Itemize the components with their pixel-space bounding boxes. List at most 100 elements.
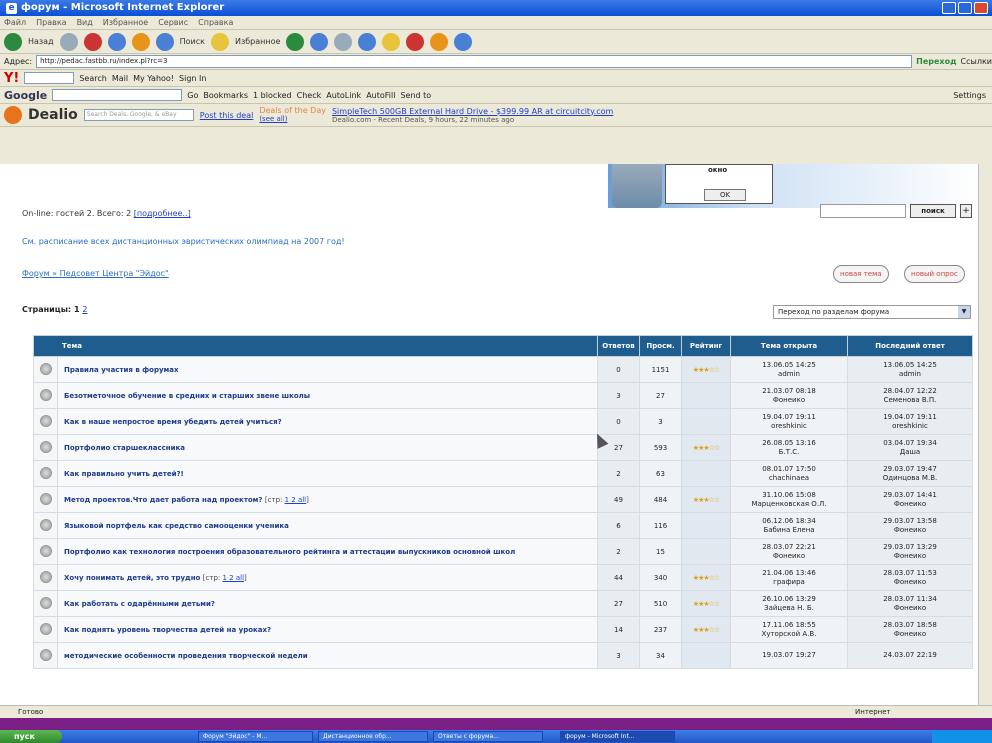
post-deal-link[interactable]: Post this deal bbox=[200, 111, 254, 120]
online-details-link[interactable]: [подробнее..] bbox=[134, 209, 191, 218]
home-icon[interactable] bbox=[131, 32, 150, 51]
dealio-search-input[interactable]: Search Deals, Google, & eBay bbox=[83, 109, 194, 121]
plugin2-icon[interactable] bbox=[454, 32, 473, 51]
yahoo-signin-link[interactable]: Sign In bbox=[179, 74, 206, 83]
topic-pages-link[interactable]: 1 2 all bbox=[222, 574, 244, 582]
table-row[interactable]: Правила участия в форумах 0 1151 ★★★☆☆ 13.06… bbox=[33, 356, 973, 383]
search-label[interactable]: Поиск bbox=[180, 37, 205, 46]
table-row[interactable]: Хочу понимать детей, это трудно [стр: 1 … bbox=[33, 564, 973, 591]
topic-title[interactable]: Как правильно учить детей?! bbox=[64, 470, 184, 478]
advanced-search-button[interactable]: + bbox=[960, 204, 972, 218]
yahoo-search-input[interactable] bbox=[24, 72, 75, 84]
topic-title[interactable]: Портфолио старшеклассника bbox=[64, 444, 185, 452]
topic-title-cell[interactable]: Портфолио старшеклассника bbox=[57, 434, 598, 461]
see-all-link[interactable]: (see all) bbox=[259, 115, 326, 123]
opened-author[interactable]: Зайцева Н. Б. bbox=[764, 604, 814, 612]
last-reply-author[interactable]: Фонеико bbox=[894, 552, 926, 560]
table-row[interactable]: Портфолио старшеклассника 27 593 ★★★☆☆ 26.08… bbox=[33, 434, 973, 461]
last-reply-author[interactable]: admin bbox=[899, 370, 921, 378]
topic-pages-link[interactable]: 1 2 all bbox=[285, 496, 307, 504]
back-label[interactable]: Назад bbox=[28, 37, 54, 46]
last-reply-author[interactable]: Фонеико bbox=[894, 578, 926, 586]
vertical-scrollbar[interactable] bbox=[978, 164, 992, 705]
table-row[interactable]: Как правильно учить детей?! 2 63 08.01.07 1… bbox=[33, 460, 973, 487]
opened-author[interactable]: Марценковская О.Л. bbox=[751, 500, 826, 508]
table-row[interactable]: Как работать с одарёнными детьми? 27 510 ★★… bbox=[33, 590, 973, 617]
settings-button[interactable]: Settings bbox=[953, 91, 986, 100]
taskbar-item-4[interactable]: форум - Microsoft Int... bbox=[560, 731, 675, 742]
messenger-icon[interactable] bbox=[406, 32, 425, 51]
back-icon[interactable] bbox=[4, 32, 22, 51]
minimize-button[interactable] bbox=[942, 2, 956, 14]
taskbar-item-1[interactable]: Форум "Эйдос" - M... bbox=[198, 731, 313, 742]
last-reply-author[interactable]: Семенова В.П. bbox=[884, 396, 937, 404]
topic-title-cell[interactable]: Как в наше непростое время убедить детей… bbox=[57, 408, 598, 435]
google-go-button[interactable]: Go bbox=[187, 91, 198, 100]
header-views[interactable]: Просм. bbox=[639, 335, 682, 357]
opened-author[interactable]: Фонеико bbox=[773, 396, 805, 404]
plugin-icon[interactable] bbox=[430, 32, 449, 51]
topic-title[interactable]: Безотметочное обучение в средних и старш… bbox=[64, 392, 310, 400]
topic-title[interactable]: Как поднять уровень творчества детей на … bbox=[64, 626, 271, 634]
table-row[interactable]: Портфолио как технология построения обра… bbox=[33, 538, 973, 565]
last-reply-author[interactable]: Одинцова М.В. bbox=[883, 474, 937, 482]
topic-title[interactable]: методические особенности проведения твор… bbox=[64, 652, 308, 660]
topic-title-cell[interactable]: Как правильно учить детей?! bbox=[57, 460, 598, 487]
menu-tools[interactable]: Сервис bbox=[158, 16, 188, 29]
last-reply-author[interactable]: Фонеико bbox=[894, 630, 926, 638]
links-label[interactable]: Ссылки bbox=[961, 57, 992, 66]
yahoo-search-button[interactable]: Search bbox=[79, 74, 106, 83]
topic-title-cell[interactable]: Портфолио как технология построения обра… bbox=[57, 538, 598, 565]
topic-title-cell[interactable]: Метод проектов.Что дает работа над проек… bbox=[57, 486, 598, 513]
table-row[interactable]: методические особенности проведения твор… bbox=[33, 642, 973, 669]
media-icon[interactable] bbox=[286, 32, 305, 51]
menu-view[interactable]: Вид bbox=[77, 16, 93, 29]
favorites-icon[interactable] bbox=[210, 32, 229, 51]
announcement-link[interactable]: См. расписание всех дистанционных эврист… bbox=[22, 237, 345, 246]
last-reply-author[interactable]: Даша bbox=[900, 448, 920, 456]
topic-title[interactable]: Портфолио как технология построения обра… bbox=[64, 548, 515, 556]
opened-author[interactable]: Фонеико bbox=[773, 552, 805, 560]
topic-title[interactable]: Как в наше непростое время убедить детей… bbox=[64, 418, 282, 426]
chevron-down-icon[interactable]: ▼ bbox=[958, 306, 970, 318]
print-icon[interactable] bbox=[358, 32, 377, 51]
topic-title-cell[interactable]: Хочу понимать детей, это трудно [стр: 1 … bbox=[57, 564, 598, 591]
start-button[interactable]: пуск bbox=[0, 730, 62, 743]
forum-search-input[interactable] bbox=[820, 204, 906, 218]
stop-icon[interactable] bbox=[83, 32, 102, 51]
topic-title[interactable]: Метод проектов.Что дает работа над проек… bbox=[64, 496, 262, 504]
header-last-reply[interactable]: Последний ответ bbox=[847, 335, 973, 357]
go-button[interactable]: Переход bbox=[916, 57, 956, 66]
last-reply-author[interactable]: Фонеико bbox=[894, 526, 926, 534]
breadcrumb[interactable]: Форум » Педсовет Центра "Эйдос" bbox=[22, 269, 169, 278]
autofill-button[interactable]: AutoFill bbox=[366, 91, 395, 100]
page-2-link[interactable]: 2 bbox=[82, 305, 87, 314]
last-reply-author[interactable]: oreshkinic bbox=[892, 422, 928, 430]
favorites-label[interactable]: Избранное bbox=[235, 37, 280, 46]
menu-favorites[interactable]: Избранное bbox=[103, 16, 148, 29]
table-row[interactable]: Языковой портфель как средство самооценк… bbox=[33, 512, 973, 539]
topic-title-cell[interactable]: Языковой портфель как средство самооценк… bbox=[57, 512, 598, 539]
my-yahoo-link[interactable]: My Yahoo! bbox=[133, 74, 174, 83]
mail-icon[interactable] bbox=[334, 32, 353, 51]
opened-author[interactable]: Хуторской А.В. bbox=[762, 630, 817, 638]
last-reply-author[interactable]: Фонеико bbox=[894, 500, 926, 508]
yahoo-mail-link[interactable]: Mail bbox=[112, 74, 128, 83]
menu-file[interactable]: Файл bbox=[4, 16, 26, 29]
topic-title[interactable]: Языковой портфель как средство самооценк… bbox=[64, 522, 289, 530]
spellcheck-button[interactable]: Check bbox=[297, 91, 322, 100]
sendto-button[interactable]: Send to bbox=[400, 91, 431, 100]
opened-author[interactable]: admin bbox=[778, 370, 800, 378]
taskbar-item-2[interactable]: Дистанционное обр... bbox=[318, 731, 428, 742]
table-row[interactable]: Как в наше непростое время убедить детей… bbox=[33, 408, 973, 435]
opened-author[interactable]: Б.Т.С. bbox=[779, 448, 800, 456]
topic-title-cell[interactable]: Как поднять уровень творчества детей на … bbox=[57, 616, 598, 643]
opened-author[interactable]: oreshkinic bbox=[771, 422, 807, 430]
close-button[interactable] bbox=[974, 2, 988, 14]
topic-title[interactable]: Правила участия в форумах bbox=[64, 366, 179, 374]
search-icon[interactable] bbox=[155, 32, 174, 51]
forum-jump-select[interactable]: Переход по разделам форума ▼ bbox=[773, 305, 971, 319]
popup-blocked[interactable]: 1 blocked bbox=[253, 91, 292, 100]
taskbar-item-3[interactable]: Ответы с форума... bbox=[433, 731, 543, 742]
autolink-button[interactable]: AutoLink bbox=[326, 91, 361, 100]
